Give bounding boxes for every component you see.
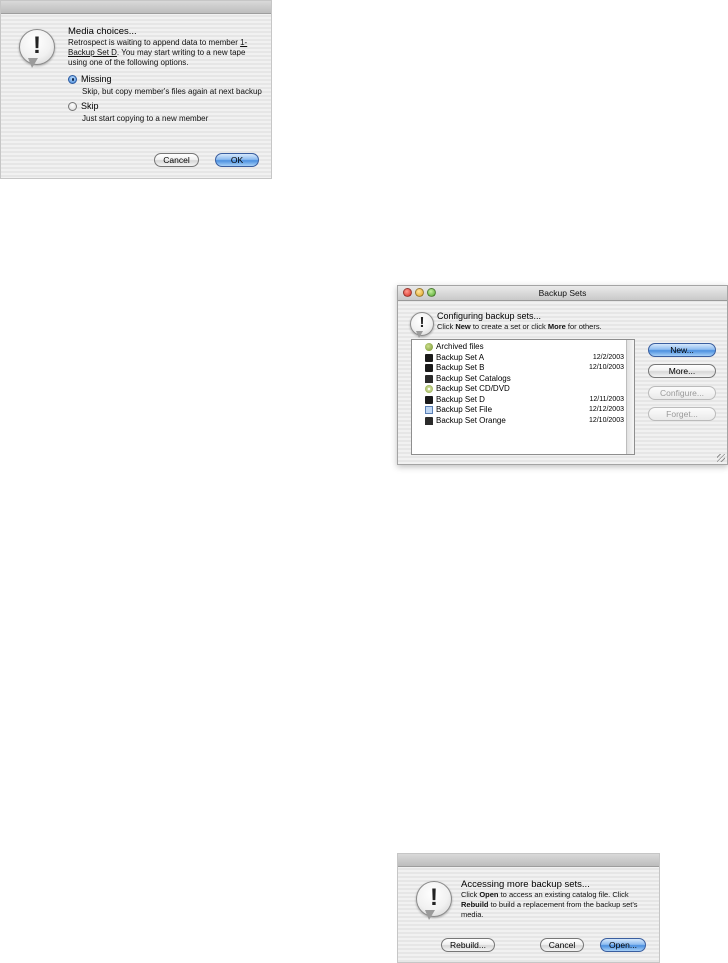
dialog-title: Media choices... [68, 26, 137, 37]
item-date: 12/11/2003 [589, 395, 624, 403]
option-description: Just start copying to a new member [82, 114, 209, 123]
instruction-text: Click [437, 322, 456, 331]
message-keyword: Open [479, 890, 499, 899]
disk-icon [425, 374, 433, 383]
tape-icon [425, 395, 433, 404]
instruction-keyword: More [547, 322, 566, 331]
forget-button[interactable]: Forget... [648, 407, 716, 421]
item-date: 12/10/2003 [588, 364, 624, 371]
option-description: Skip, but copy member's files again at n… [82, 87, 262, 96]
new-button[interactable]: New... [648, 343, 716, 357]
radio-label: Skip [81, 101, 99, 111]
item-date: 12/2/2003 [592, 353, 624, 361]
list-item[interactable]: Backup Set Catalogs [425, 374, 511, 384]
media-choices-dialog: ! Media choices... Retrospect is waiting… [0, 0, 272, 179]
list-scrollbar[interactable] [626, 340, 634, 454]
dialog-message: Retrospect is waiting to append data to … [68, 38, 268, 68]
list-item[interactable]: Backup Set A [425, 353, 484, 363]
item-name: Backup Set CD/DVD [436, 384, 510, 393]
message-text: to build a replacement from the backup s… [488, 900, 638, 909]
window-heading: Configuring backup sets... [437, 311, 542, 321]
message-text: . You may start writing to a new tape [116, 48, 246, 57]
item-name: Backup Set Catalogs [436, 373, 511, 383]
item-name: Backup Set Orange [436, 415, 506, 425]
tape-icon [425, 364, 433, 372]
list-item[interactable]: Backup Set CD/DVD [425, 384, 510, 394]
list-item[interactable]: Backup Set B [425, 363, 484, 373]
cancel-button[interactable]: Cancel [540, 938, 584, 952]
item-name: Backup Set B [436, 363, 485, 372]
backup-sets-list[interactable]: Archived files Backup Set A 12/2/2003 Ba… [411, 339, 635, 455]
radio-missing[interactable]: Missing [68, 74, 112, 84]
configure-button[interactable]: Configure... [648, 386, 716, 400]
sheet-titlebar [1, 1, 271, 14]
member-link[interactable]: Backup Set D [68, 48, 117, 57]
item-name: Backup Set File [436, 405, 493, 414]
sheet-titlebar [398, 854, 659, 867]
radio-button[interactable] [68, 101, 77, 111]
disk-icon [425, 416, 433, 425]
message-keyword: Rebuild [461, 900, 489, 909]
item-date: 12/12/2003 [588, 406, 624, 413]
more-button[interactable]: More... [648, 364, 716, 378]
message-text: media. [461, 910, 484, 919]
cancel-button[interactable]: Cancel [154, 153, 199, 167]
alert-icon: ! [416, 881, 452, 921]
file-icon [425, 406, 433, 414]
item-name: Archived files [436, 342, 484, 351]
dialog-message: Click Open to access an existing catalog… [461, 890, 657, 920]
radio-label: Missing [81, 74, 112, 84]
window-title: Backup Sets [538, 288, 587, 298]
dialog-title: Accessing more backup sets... [461, 879, 590, 890]
member-link[interactable]: 1- [240, 38, 247, 47]
radio-button-checked[interactable] [68, 74, 77, 84]
tape-icon [425, 353, 433, 362]
more-backup-sets-dialog: ! Accessing more backup sets... Click Op… [397, 853, 660, 963]
backup-sets-window: Backup Sets ! Configuring backup sets...… [397, 285, 728, 465]
item-name: Backup Set A [436, 352, 485, 362]
cd-icon [425, 385, 433, 393]
window-instruction: Click New to create a set or click More … [437, 322, 602, 332]
list-item[interactable]: Backup Set Orange [425, 416, 506, 426]
radio-skip[interactable]: Skip [68, 101, 99, 111]
alert-icon: ! [410, 312, 434, 338]
message-text: Click [461, 890, 480, 899]
rebuild-button[interactable]: Rebuild... [441, 938, 495, 952]
message-text: to access an existing catalog file. Clic… [498, 890, 629, 899]
instruction-text: to create a set or click [470, 322, 548, 331]
archive-icon [425, 343, 433, 351]
list-item[interactable]: Backup Set D [425, 395, 485, 405]
list-item[interactable]: Archived files [425, 342, 484, 352]
alert-icon: ! [19, 29, 55, 69]
item-date: 12/10/2003 [588, 416, 624, 424]
message-text: Retrospect is waiting to append data to … [68, 38, 241, 47]
message-text: using one of the following options. [68, 58, 189, 67]
ok-button[interactable]: OK [215, 153, 259, 167]
resize-grip-icon[interactable] [717, 454, 725, 462]
instruction-text: for others. [565, 322, 602, 331]
instruction-keyword: New [455, 322, 471, 331]
window-titlebar[interactable]: Backup Sets [398, 286, 727, 301]
item-name: Backup Set D [436, 394, 485, 404]
list-item[interactable]: Backup Set File [425, 405, 492, 415]
open-button[interactable]: Open... [600, 938, 646, 952]
